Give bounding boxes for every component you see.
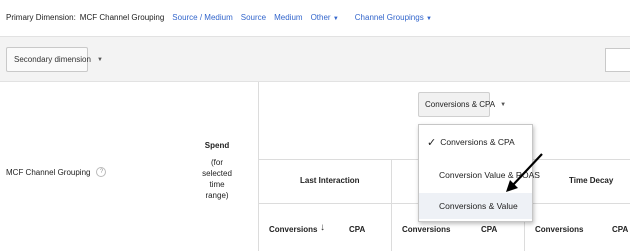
divider [391, 159, 392, 251]
channel-groupings-dropdown[interactable]: Channel Groupings ▼ [355, 13, 432, 22]
help-icon[interactable]: ? [96, 167, 107, 177]
chevron-down-icon: ▼ [332, 15, 339, 22]
chevron-down-icon: ▼ [500, 101, 507, 108]
subheader-conversions[interactable]: Conversions [535, 225, 583, 234]
chevron-down-icon: ▼ [96, 56, 103, 63]
primary-dimension-active: MCF Channel Grouping [79, 12, 165, 22]
chevron-down-icon: ▼ [425, 15, 432, 22]
row-header-mcf-channel-grouping: MCF Channel Grouping ? [6, 167, 107, 177]
primary-dimension-label: Primary Dimension: [6, 12, 76, 22]
spend-title: Spend [204, 141, 230, 150]
search-input[interactable] [605, 48, 630, 72]
channel-groupings-label: Channel Groupings [354, 12, 424, 22]
column-header-time-decay: Time Decay [569, 176, 614, 185]
subheader-cpa[interactable]: CPA [481, 225, 497, 234]
column-header-last-interaction: Last Interaction [300, 176, 360, 185]
spend-subtitle-line-1: (for selected time [202, 158, 232, 189]
row-header-label: MCF Channel Grouping [6, 167, 91, 177]
secondary-dimension-label: Secondary dimension [14, 55, 91, 64]
metric-group-label: Conversions & CPA [425, 100, 496, 109]
metric-group-dropdown[interactable]: Conversions & CPA ▼ [418, 92, 506, 117]
divider [258, 82, 259, 251]
dimension-link-medium[interactable]: Medium [274, 13, 302, 22]
toolbar: Secondary dimension ▼ [0, 36, 630, 82]
subheader-conversions[interactable]: Conversions [402, 225, 450, 234]
dimension-link-source[interactable]: Source [241, 13, 266, 22]
subheader-cpa[interactable]: CPA [612, 225, 628, 234]
dimension-link-other[interactable]: Other ▼ [311, 13, 339, 22]
sort-down-arrow-icon[interactable]: ↓ [320, 222, 325, 233]
other-label: Other [310, 12, 331, 22]
primary-dimension-bar: Primary Dimension: MCF Channel Grouping … [0, 0, 630, 34]
secondary-dimension-button[interactable]: Secondary dimension ▼ [6, 47, 103, 72]
report-table: MCF Channel Grouping ? Spend (for select… [0, 82, 630, 251]
spend-column-header: Spend (for selected time range) [195, 140, 239, 201]
subheader-conversions[interactable]: Conversions [269, 225, 317, 234]
subheader-cpa[interactable]: CPA [349, 225, 365, 234]
dimension-link-source-medium[interactable]: Source / Medium [172, 13, 232, 22]
check-icon: ✓ [427, 136, 437, 149]
menu-item-label: Conversions & Value [439, 201, 518, 211]
annotation-arrow-icon [506, 153, 543, 192]
spend-subtitle-line-2: range) [205, 191, 229, 200]
